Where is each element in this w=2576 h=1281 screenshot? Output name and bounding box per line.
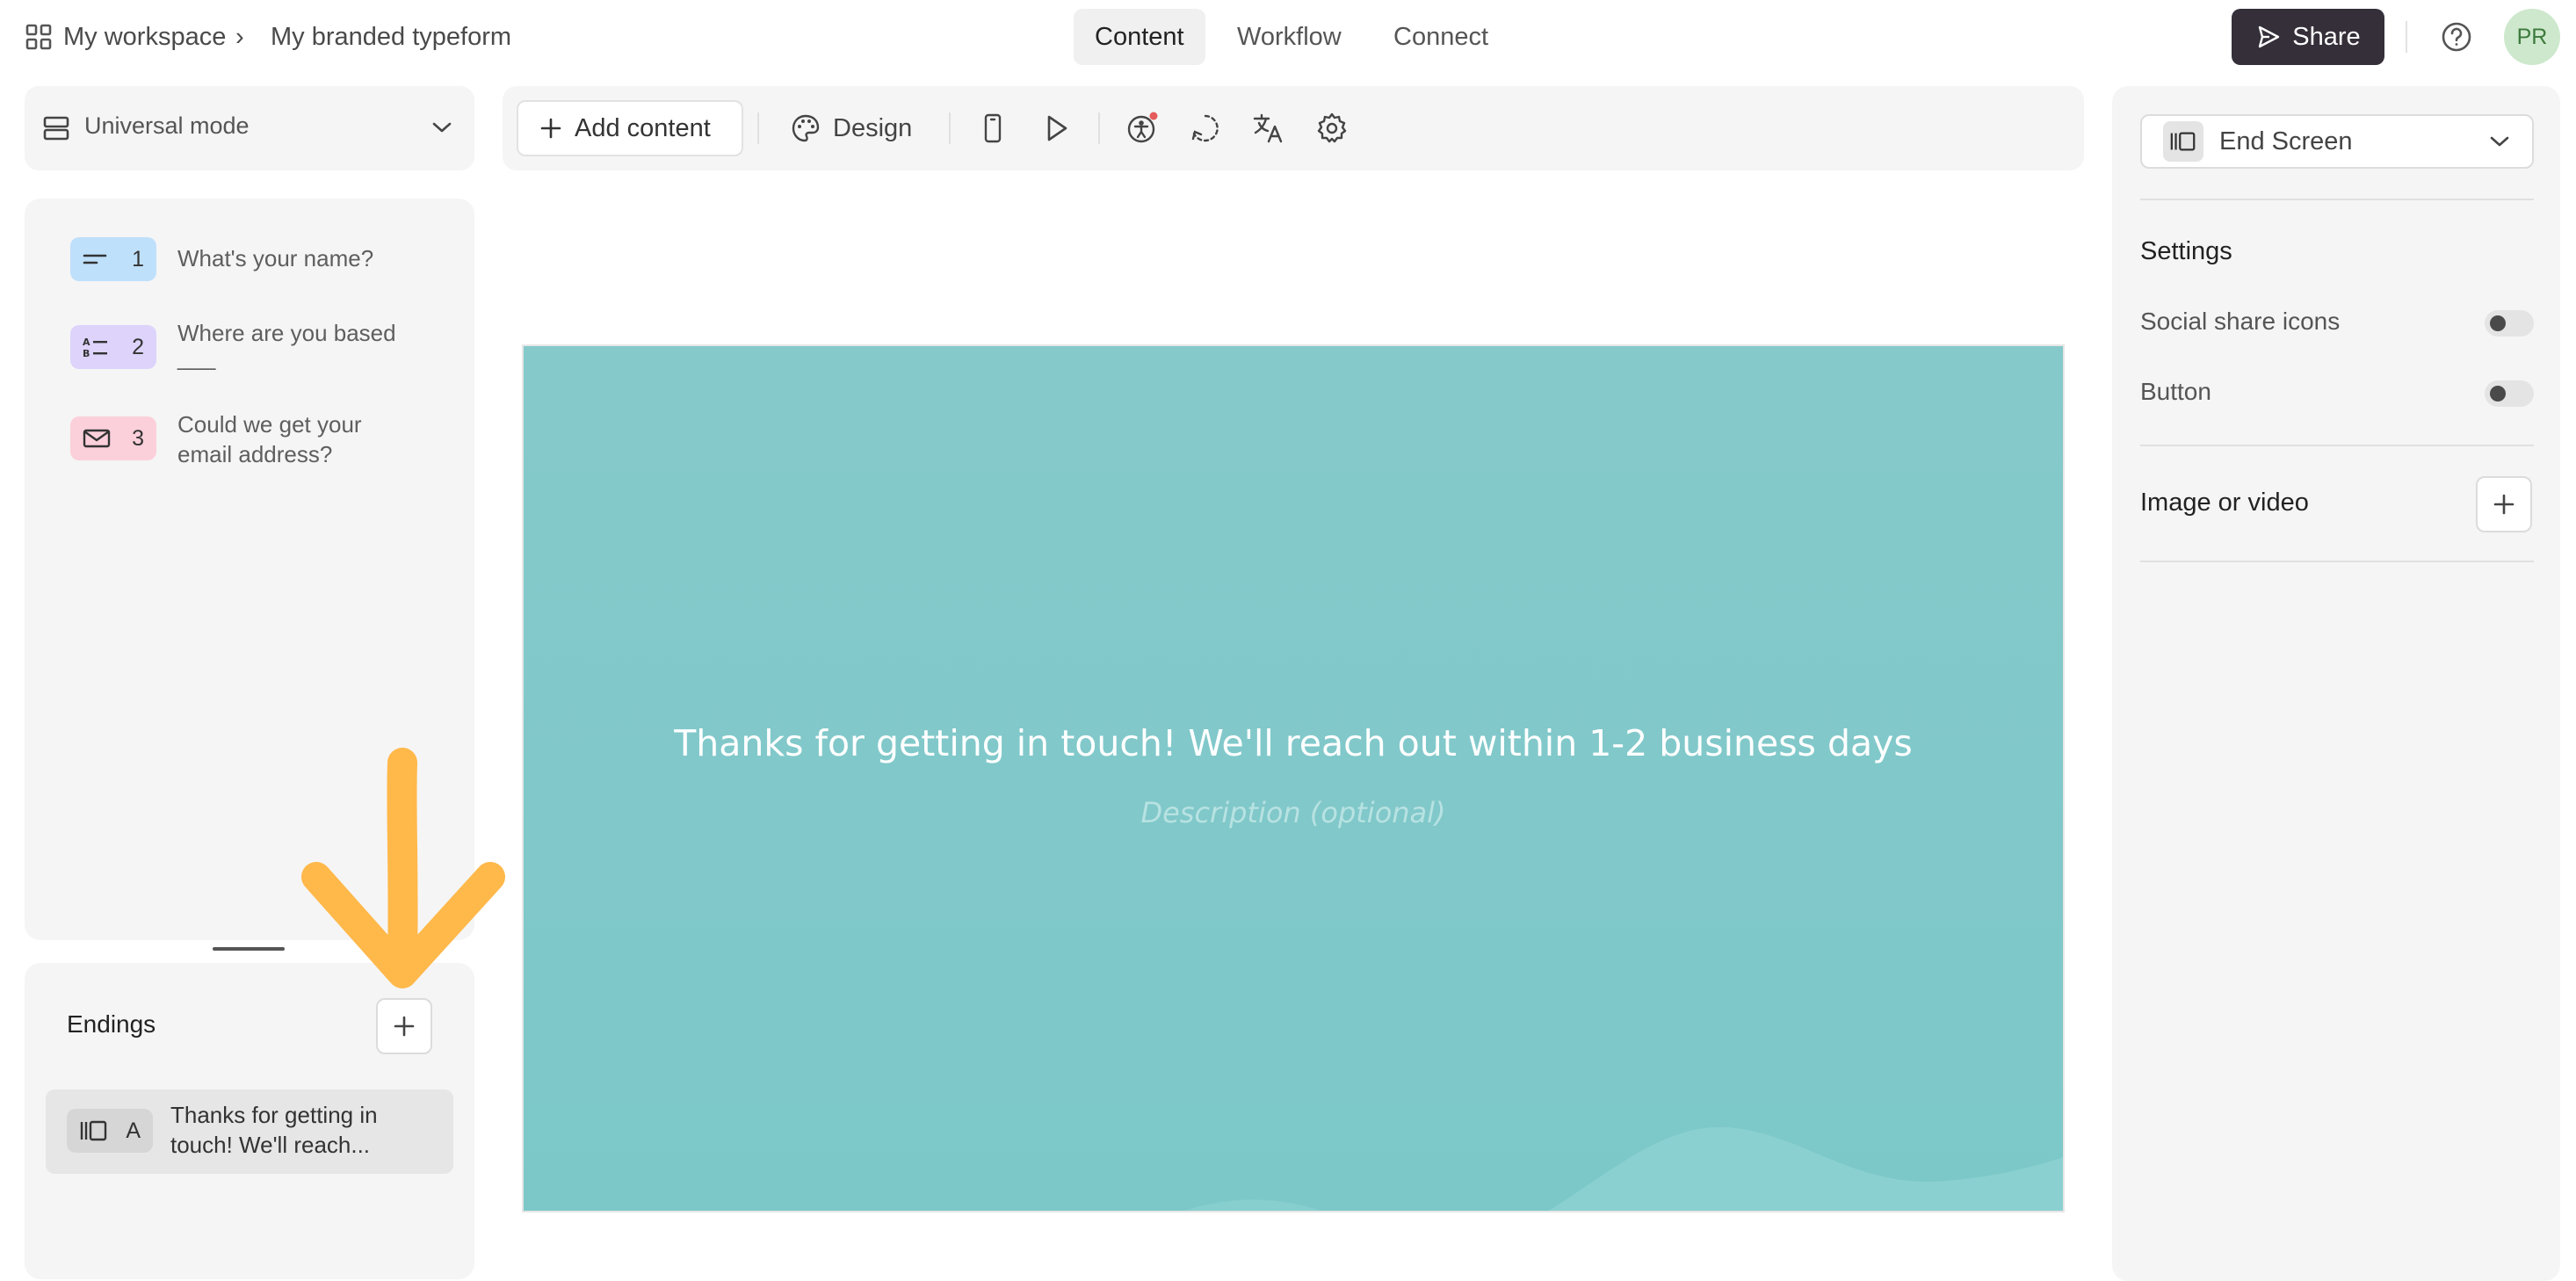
email-icon xyxy=(83,428,111,449)
divider xyxy=(949,112,951,144)
question-text-line2: email address? xyxy=(177,441,333,467)
palette-icon xyxy=(791,113,821,143)
design-label: Design xyxy=(833,113,913,142)
accessibility-icon[interactable] xyxy=(1125,111,1160,146)
ending-letter: A xyxy=(126,1118,141,1143)
chevron-down-icon xyxy=(2488,134,2511,149)
button-toggle-label: Button xyxy=(2140,378,2211,405)
end-screen-preview[interactable]: Thanks for getting in touch! We'll reach… xyxy=(522,344,2065,1212)
divider xyxy=(757,112,759,144)
question-text: What's your name? xyxy=(177,245,374,271)
end-screen-description[interactable]: Description (optional) xyxy=(524,796,2063,829)
divider xyxy=(1098,112,1100,144)
question-number: 3 xyxy=(132,425,144,451)
tab-workflow[interactable]: Workflow xyxy=(1216,9,1363,65)
add-content-button[interactable]: Add content xyxy=(517,100,743,156)
media-label: Image or video xyxy=(2140,489,2309,517)
social-share-toggle[interactable] xyxy=(2485,310,2534,337)
panel-resize-handle[interactable] xyxy=(213,947,285,951)
multiple-choice-icon: A B xyxy=(83,337,109,358)
ending-item[interactable]: A Thanks for getting in touch! We'll rea… xyxy=(46,1089,453,1174)
tab-connect[interactable]: Connect xyxy=(1372,9,1509,65)
tab-content[interactable]: Content xyxy=(1074,9,1205,65)
share-button[interactable]: Share xyxy=(2232,9,2384,65)
short-text-icon xyxy=(83,250,109,268)
question-item[interactable]: A B 2 Where are you based ___ xyxy=(70,320,457,395)
question-number: 1 xyxy=(132,246,144,271)
breadcrumb-separator: › xyxy=(235,23,244,51)
svg-text:A: A xyxy=(83,337,90,348)
plus-icon xyxy=(392,1014,416,1039)
workspace-grid-icon[interactable] xyxy=(25,23,53,51)
form-title[interactable]: My branded typeform xyxy=(271,19,511,54)
ending-text-line2: touch! We'll reach... xyxy=(170,1132,371,1158)
mobile-preview-icon[interactable] xyxy=(975,111,1010,146)
question-text-line2: ___ xyxy=(177,344,216,371)
question-badge: 1 xyxy=(70,237,156,281)
plus-icon xyxy=(539,117,562,140)
question-item[interactable]: 1 What's your name? xyxy=(70,237,457,290)
svg-text:B: B xyxy=(83,348,90,358)
add-ending-button[interactable] xyxy=(376,998,432,1054)
mode-selector[interactable]: Universal mode xyxy=(25,86,474,170)
question-item[interactable]: 3 Could we get your email address? xyxy=(70,411,457,487)
question-badge: 3 xyxy=(70,416,156,460)
settings-heading: Settings xyxy=(2140,237,2232,265)
mode-label: Universal mode xyxy=(84,112,250,139)
end-screen-icon xyxy=(2163,121,2203,162)
highlight-arrow-icon xyxy=(290,743,518,998)
add-media-button[interactable] xyxy=(2476,476,2532,532)
settings-icon[interactable] xyxy=(1314,111,1350,146)
screen-type-label: End Screen xyxy=(2219,127,2353,156)
divider xyxy=(2406,21,2407,53)
breadcrumb-workspace[interactable]: My workspace xyxy=(63,19,226,54)
endings-heading: Endings xyxy=(67,1010,156,1038)
end-screen-title[interactable]: Thanks for getting in touch! We'll reach… xyxy=(524,722,2063,764)
send-icon xyxy=(2255,24,2282,50)
ending-badge: A xyxy=(67,1109,153,1153)
endings-panel: Endings A Thanks for getting in touch! W… xyxy=(25,963,474,1279)
help-icon[interactable] xyxy=(2439,19,2474,54)
translate-icon[interactable] xyxy=(1251,111,1286,146)
question-badge: A B 2 xyxy=(70,325,156,369)
mode-icon xyxy=(42,114,70,142)
plus-icon xyxy=(2492,492,2516,517)
question-text-line1: Could we get your xyxy=(177,411,362,438)
avatar[interactable]: PR xyxy=(2504,9,2560,65)
chevron-down-icon xyxy=(431,119,453,135)
divider xyxy=(2140,199,2534,200)
question-number: 2 xyxy=(132,334,144,359)
ending-text-line1: Thanks for getting in xyxy=(170,1102,378,1128)
design-button[interactable]: Design xyxy=(791,100,912,156)
divider xyxy=(2140,561,2534,562)
divider xyxy=(2140,445,2534,446)
social-share-label: Social share icons xyxy=(2140,308,2341,335)
logic-icon[interactable] xyxy=(1188,111,1223,146)
top-bar: My workspace › My branded typeform Conte… xyxy=(0,0,2576,74)
play-preview-icon[interactable] xyxy=(1038,111,1074,146)
screen-type-dropdown[interactable]: End Screen xyxy=(2140,114,2534,169)
end-screen-icon xyxy=(79,1119,109,1142)
button-toggle[interactable] xyxy=(2485,380,2534,407)
canvas-wave-decoration xyxy=(524,346,2063,1211)
share-label: Share xyxy=(2292,22,2361,51)
add-content-label: Add content xyxy=(575,113,711,142)
